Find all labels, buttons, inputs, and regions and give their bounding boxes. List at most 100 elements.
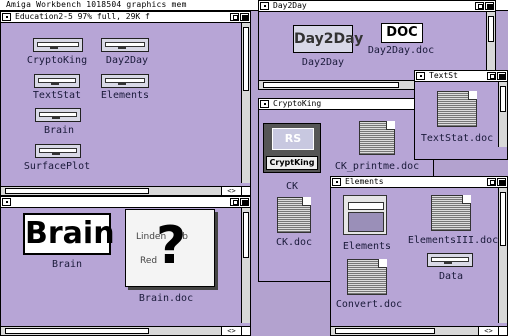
close-gadget-icon[interactable] [260, 100, 269, 108]
drawer-icon [101, 74, 149, 88]
textstat-window[interactable]: TextSt TextStat.doc [414, 70, 508, 160]
close-gadget-icon[interactable] [332, 178, 341, 186]
icon-label: Day2Day [105, 55, 149, 66]
cryptoking-titlebar[interactable]: CryptoKing [259, 99, 433, 110]
icon-label: Day2Day [301, 57, 345, 68]
icon-label: Data [438, 271, 464, 282]
scroll-knob[interactable] [500, 192, 506, 246]
brain-tool-icon[interactable]: Brain [23, 213, 115, 255]
depth-gadget-icon[interactable] [240, 198, 249, 206]
crypto-logo-icon: RS [272, 128, 314, 150]
convert-doc-icon[interactable] [347, 259, 387, 295]
drawer-icon [427, 253, 473, 267]
brain-icon-art: Brain [25, 216, 115, 251]
zoom-gadget-icon[interactable] [230, 198, 239, 206]
page-fold-icon [302, 197, 311, 206]
brain-titlebar[interactable] [1, 197, 250, 208]
zoom-gadget-icon[interactable] [230, 13, 239, 21]
drawer-icon [34, 74, 80, 88]
size-gadget-icon[interactable] [241, 326, 250, 335]
question-mark-icon: ? [156, 216, 187, 276]
ck-doc-icon[interactable] [277, 197, 311, 233]
depth-gadget-icon[interactable] [497, 178, 506, 186]
scroll-knob[interactable] [335, 328, 436, 334]
textstat-titlebar[interactable]: TextSt [415, 71, 507, 82]
page-fold-icon [386, 121, 395, 130]
close-gadget-icon[interactable] [416, 72, 425, 80]
education-window[interactable]: Education2-5 97% full, 29K f <> CryptoKi… [0, 11, 251, 196]
icon-label: SurfacePlot [23, 161, 91, 172]
drawer-icon [101, 38, 149, 52]
screen-title: Amiga Workbench 1018504 graphics mem [6, 0, 187, 9]
workbench-screen: Amiga Workbench 1018504 graphics mem Edu… [0, 0, 508, 336]
window-title: Day2Day [273, 1, 307, 10]
icon-day2day-drawer[interactable] [101, 38, 149, 52]
education-titlebar[interactable]: Education2-5 97% full, 29K f [1, 12, 250, 23]
depth-gadget-icon[interactable] [497, 72, 506, 80]
scroll-arrows[interactable]: <> [221, 186, 241, 195]
vertical-scrollbar[interactable] [498, 82, 507, 147]
window-title: TextSt [429, 71, 458, 80]
icon-label: Brain [51, 259, 83, 270]
depth-gadget-icon[interactable] [485, 2, 494, 10]
zoom-gadget-icon[interactable] [487, 178, 496, 186]
day2day-titlebar[interactable]: Day2Day [259, 1, 495, 12]
scroll-knob[interactable] [500, 86, 506, 112]
vertical-scrollbar[interactable] [498, 188, 507, 323]
icon-label: TextStat [32, 90, 82, 101]
icon-label: ElementsIII.doc [407, 235, 499, 246]
day2day-tool-icon[interactable]: Day2Day [293, 25, 363, 53]
elements-window[interactable]: Elements <> Elements ElementsIII.doc Dat… [330, 176, 508, 336]
vertical-scrollbar[interactable] [486, 12, 495, 77]
icon-label: Brain.doc [138, 293, 194, 304]
horizontal-scrollbar[interactable] [331, 326, 498, 335]
scroll-knob[interactable] [243, 212, 249, 258]
day2day-doc-icon[interactable]: DOC [381, 23, 423, 43]
close-gadget-icon[interactable] [2, 13, 11, 21]
scroll-knob[interactable] [488, 16, 494, 42]
zoom-gadget-icon[interactable] [475, 2, 484, 10]
horizontal-scrollbar[interactable] [1, 326, 241, 335]
doc-art-lines: Red [140, 256, 158, 266]
ck-printme-doc-icon[interactable] [359, 121, 395, 155]
scroll-knob[interactable] [5, 328, 149, 334]
textstat-doc-icon[interactable] [437, 91, 477, 127]
page-fold-icon [378, 259, 387, 268]
vertical-scrollbar[interactable] [241, 208, 250, 323]
elements-titlebar[interactable]: Elements [331, 177, 507, 188]
icon-label: Day2Day.doc [367, 45, 435, 56]
icon-label: Elements [100, 90, 150, 101]
scroll-knob[interactable] [243, 27, 249, 91]
scroll-arrows[interactable]: <> [478, 326, 498, 335]
icon-data-drawer[interactable] [427, 253, 473, 267]
icon-label: CK [285, 181, 299, 192]
icon-textstat[interactable] [34, 74, 80, 88]
scroll-knob[interactable] [5, 188, 149, 194]
size-gadget-icon[interactable] [498, 326, 507, 335]
icon-elements-drawer[interactable] [101, 74, 149, 88]
icon-cryptoking[interactable] [33, 38, 83, 52]
icon-label: CK_printme.doc [334, 161, 420, 172]
page-fold-icon [468, 91, 477, 100]
brain-doc-icon[interactable]: Linden Lib Red ? [125, 209, 215, 287]
icon-label: Elements [342, 241, 392, 252]
depth-gadget-icon[interactable] [240, 13, 249, 21]
brain-window[interactable]: <> Brain Brain Linden Lib Red ? Brain.do… [0, 196, 251, 336]
cryptoking-tool-icon[interactable]: RS CryptKing [263, 123, 321, 173]
window-title: CryptoKing [273, 99, 322, 108]
close-gadget-icon[interactable] [260, 2, 269, 10]
close-gadget-icon[interactable] [2, 198, 11, 206]
icon-surfaceplot[interactable] [35, 144, 81, 158]
icon-label: CryptoKing [26, 55, 88, 66]
size-gadget-icon[interactable] [241, 186, 250, 195]
scroll-knob[interactable] [263, 82, 400, 88]
icon-brain-drawer[interactable] [35, 108, 81, 122]
scroll-arrows[interactable]: <> [221, 326, 241, 335]
vertical-scrollbar[interactable] [241, 23, 250, 183]
horizontal-scrollbar[interactable] [1, 186, 241, 195]
zoom-gadget-icon[interactable] [487, 72, 496, 80]
elementsiii-doc-icon[interactable] [431, 195, 471, 231]
icon-label: TextStat.doc [420, 133, 494, 144]
elements-tool-icon[interactable] [343, 195, 387, 235]
day2day-icon-art: Day2Day [294, 31, 364, 47]
